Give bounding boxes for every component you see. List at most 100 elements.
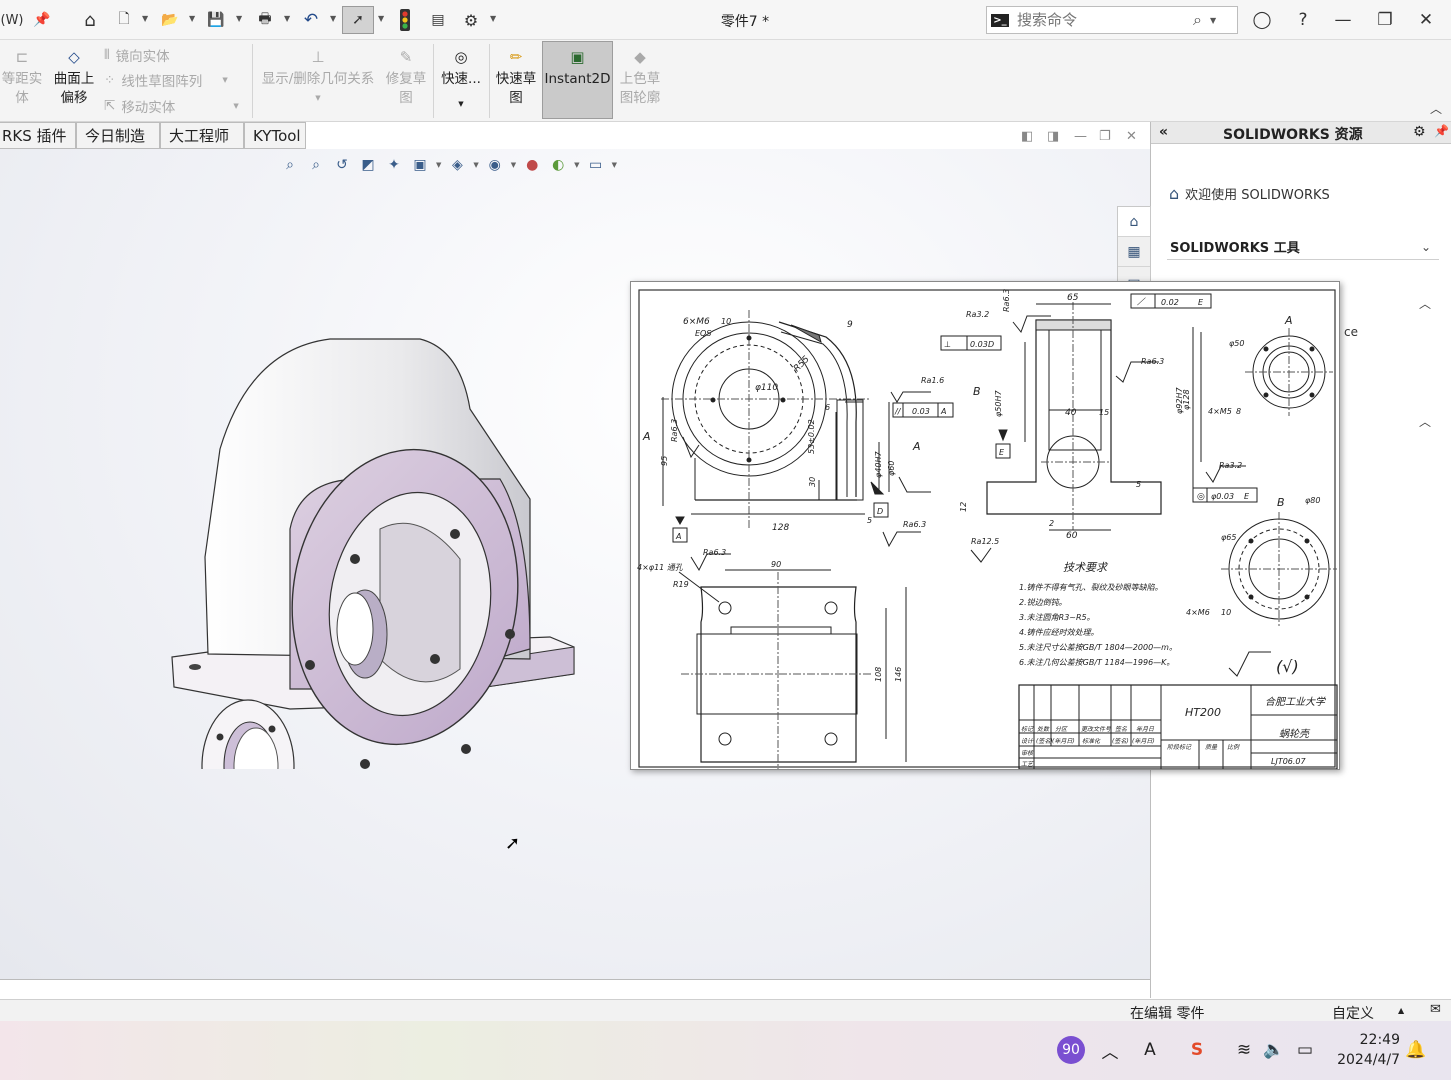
help-icon[interactable]: ? [1286, 6, 1320, 34]
chevron-down-icon[interactable]: ▼ [189, 14, 195, 23]
chevron-down-icon[interactable]: ▼ [236, 14, 242, 23]
clock-time: 22:49 [1359, 1032, 1400, 1048]
welcome-link[interactable]: ⌂ 欢迎使用 SOLIDWORKS [1169, 184, 1330, 203]
collapse-ribbon-icon[interactable]: ︿ [1430, 100, 1442, 117]
tab-addins[interactable]: RKS 插件 [0, 122, 76, 149]
battery-icon[interactable]: ▭ [1293, 1037, 1317, 1063]
ra-label-32b: Ra3.2 [1219, 461, 1242, 470]
tb-check: 审核 [1021, 749, 1034, 757]
search-icon[interactable]: ⌕ [1193, 10, 1202, 30]
chevron-down-icon[interactable]: ▼ [142, 14, 148, 23]
offset-entities-button[interactable]: ⊏ 等距实 体 [0, 46, 44, 108]
rapid-sketch-button[interactable]: ✏ 快速草 图 [492, 46, 540, 108]
apply-scene-icon[interactable]: ◐ [548, 155, 568, 175]
quick-snaps-button[interactable]: ◎ 快速... ▼ [437, 46, 485, 114]
command-prompt-icon: >_ [987, 7, 1013, 33]
chevron-down-icon[interactable]: ▼ [1210, 16, 1216, 25]
gear-icon[interactable]: ⚙ [1413, 124, 1426, 140]
pin-icon[interactable]: 📌 [32, 8, 52, 32]
ra-label-a: Ra6.3 [670, 419, 679, 442]
chevron-down-icon[interactable]: ▼ [330, 14, 336, 23]
notification-bell-icon[interactable]: 🔔 [1405, 1037, 1426, 1063]
chevron-down-icon[interactable]: ▼ [222, 76, 227, 84]
hide-show-items-icon[interactable]: ◉ [485, 155, 505, 175]
select-cursor-icon[interactable]: ➚ [342, 6, 374, 34]
volume-icon[interactable]: 🔈 [1262, 1037, 1286, 1063]
document-title: 零件7 * [720, 14, 770, 30]
units-selector[interactable]: 自定义 [1332, 1003, 1374, 1023]
search-input[interactable] [1017, 11, 1187, 29]
view-orientation-icon[interactable]: ▣ [410, 155, 430, 175]
undo-icon[interactable]: ↶ [300, 8, 322, 32]
drawing-number: LJT06.07 [1271, 757, 1307, 766]
system-clock[interactable]: 22:49 2024/4/7 [1330, 1030, 1400, 1070]
3d-part-model[interactable] [160, 329, 600, 769]
shaded-sketch-contours-button[interactable]: ◆ 上色草 图轮廓 [616, 46, 664, 108]
file-properties-icon[interactable]: ▤ [428, 8, 448, 32]
gear-icon[interactable]: ⚙ [460, 8, 482, 32]
user-account-icon[interactable]: ◯ [1245, 6, 1279, 34]
zoom-to-fit-icon[interactable]: ⌕ [280, 155, 300, 175]
display-relations-button[interactable]: ⊥ 显示/删除几何关系 ▼ [256, 46, 380, 108]
search-box[interactable]: >_ ⌕ ▼ [986, 6, 1238, 34]
viewport-close-icon[interactable]: ✕ [1126, 129, 1137, 144]
chevron-down-icon[interactable]: ▼ [490, 14, 496, 23]
datum-a-box: A [675, 532, 681, 541]
instant2d-button[interactable]: ▣ Instant2D [542, 41, 613, 119]
print-icon[interactable]: 🖶 [254, 8, 276, 32]
tb-r2c3: (年月日) [1052, 737, 1075, 745]
viewport-restore-icon[interactable]: ❐ [1099, 129, 1111, 144]
mirror-entities-button[interactable]: ⫴ 镜向实体 [104, 45, 170, 65]
dynamic-annotation-icon[interactable]: ✦ [384, 155, 404, 175]
dim-phi128: φ128 [1182, 389, 1191, 410]
tab-jinri-zhizao[interactable]: 今日制造 [76, 122, 160, 149]
chevron-up-icon[interactable]: ▲ [1398, 1006, 1404, 1015]
previous-view-icon[interactable]: ↺ [332, 155, 352, 175]
viewport-nav-left-icon[interactable]: ◧ [1021, 129, 1033, 144]
dim-65: 65 [1067, 293, 1079, 303]
surface-offset-button[interactable]: ◇ 曲面上 偏移 [50, 46, 98, 108]
chevron-down-icon[interactable]: ▼ [378, 14, 384, 23]
chevron-down-icon[interactable]: ▼ [458, 95, 463, 114]
show-hidden-icons-icon[interactable]: ︿ [1098, 1037, 1122, 1063]
solidworks-tools-section[interactable]: SOLIDWORKS 工具 ⌄ [1167, 234, 1439, 260]
edit-appearance-icon[interactable]: ● [522, 155, 542, 175]
view-settings-icon[interactable]: ▭ [586, 155, 606, 175]
open-file-icon[interactable]: 📂 [158, 8, 182, 32]
zoom-area-icon[interactable]: ⌕ [306, 155, 326, 175]
restore-icon[interactable]: ❐ [1368, 6, 1402, 34]
tab-da-gongchengshi[interactable]: 大工程师 [160, 122, 244, 149]
chevron-down-icon[interactable]: ▼ [233, 102, 238, 110]
linear-pattern-button[interactable]: ⁘ 线性草图阵列 ▼ [104, 70, 228, 90]
side-section-view [940, 293, 1258, 563]
design-library-icon[interactable]: ▦ [1118, 237, 1150, 267]
sogou-ime-icon[interactable]: S [1184, 1037, 1210, 1063]
resources-home-icon[interactable]: ⌂ [1118, 207, 1150, 237]
linear-pattern-icon: ⁘ [104, 72, 116, 88]
new-document-icon[interactable]: 🗋 [114, 8, 134, 32]
notification-badge[interactable]: 90 [1056, 1036, 1086, 1064]
viewport-minimize-icon[interactable]: — [1074, 129, 1087, 144]
pin-icon[interactable]: 📌 [1434, 124, 1449, 138]
save-icon[interactable]: 💾 [205, 8, 227, 32]
section-view-icon[interactable]: ◩ [358, 155, 378, 175]
home-icon[interactable]: ⌂ [78, 8, 102, 32]
rebuild-traffic-light-icon[interactable] [396, 8, 414, 32]
wifi-icon[interactable]: ≋ [1232, 1037, 1256, 1063]
repair-sketch-button[interactable]: ✎ 修复草 图 [382, 46, 430, 108]
minimize-icon[interactable]: — [1326, 6, 1360, 34]
tb-r1c3: 分区 [1055, 726, 1068, 733]
move-entities-button[interactable]: ⇱ 移动实体 ▼ [104, 96, 239, 116]
close-icon[interactable]: ✕ [1409, 6, 1443, 34]
chevron-down-icon[interactable]: ▼ [315, 89, 320, 108]
tab-kytool[interactable]: KYTool [244, 122, 306, 149]
input-method-icon[interactable]: A [1138, 1037, 1162, 1063]
display-style-icon[interactable]: ◈ [447, 155, 467, 175]
chevron-down-icon[interactable]: ▼ [284, 14, 290, 23]
command-manager-ribbon: ⊏ 等距实 体 ◇ 曲面上 偏移 ⫴ 镜向实体 ⁘ 线性草图阵列 ▼ ⇱ 移动实体 ▼… [0, 40, 1451, 122]
collapse-pane-icon[interactable]: « [1159, 124, 1168, 140]
viewport-nav-right-icon[interactable]: ◨ [1047, 129, 1059, 144]
quick-tips-icon[interactable]: ✉ [1430, 1002, 1441, 1017]
task-pane-header: « SOLIDWORKS 资源 ⚙ 📌 [1151, 122, 1451, 144]
roughness-note: (√) [1276, 657, 1299, 676]
